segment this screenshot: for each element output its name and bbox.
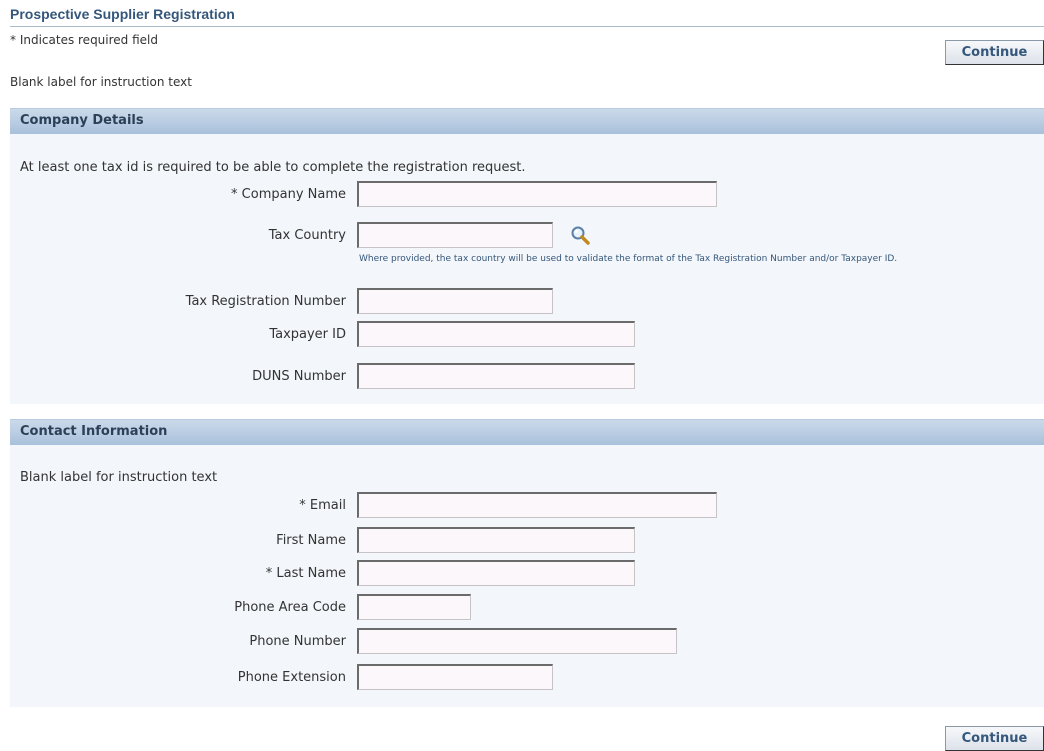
continue-button-bottom[interactable]: Continue [945,726,1044,751]
phone-number-input[interactable] [357,628,677,654]
contact-instruction-text: Blank label for instruction text [20,470,218,485]
email-input[interactable] [357,492,717,518]
taxpayer-id-input[interactable] [357,321,635,347]
company-name-input[interactable] [357,181,717,207]
phone-area-code-label: Phone Area Code [234,600,346,615]
email-label: * Email [299,498,346,513]
last-name-input[interactable] [357,560,635,586]
phone-number-label: Phone Number [249,634,346,649]
tax-id-note: At least one tax id is required to be ab… [20,160,526,175]
tax-country-input[interactable] [357,222,553,248]
duns-number-label: DUNS Number [252,369,346,384]
last-name-label: * Last Name [265,566,346,581]
company-name-label: * Company Name [231,187,346,202]
tax-country-label: Tax Country [268,228,346,243]
contact-information-header: Contact Information [10,419,1044,445]
phone-extension-input[interactable] [357,664,553,690]
required-field-hint: * Indicates required field [10,33,159,47]
company-details-header: Company Details [10,108,1044,134]
tax-country-tip: Where provided, the tax country will be … [359,254,898,264]
tax-registration-number-input[interactable] [357,288,553,314]
page-title: Prospective Supplier Registration [10,6,1044,27]
phone-area-code-input[interactable] [357,594,471,620]
first-name-label: First Name [276,533,346,548]
phone-extension-label: Phone Extension [237,670,346,685]
instruction-text: Blank label for instruction text [10,75,192,89]
continue-button-top[interactable]: Continue [945,40,1044,65]
first-name-input[interactable] [357,527,635,553]
taxpayer-id-label: Taxpayer ID [269,327,346,342]
search-icon[interactable] [570,225,592,247]
tax-registration-number-label: Tax Registration Number [185,294,346,309]
duns-number-input[interactable] [357,363,635,389]
